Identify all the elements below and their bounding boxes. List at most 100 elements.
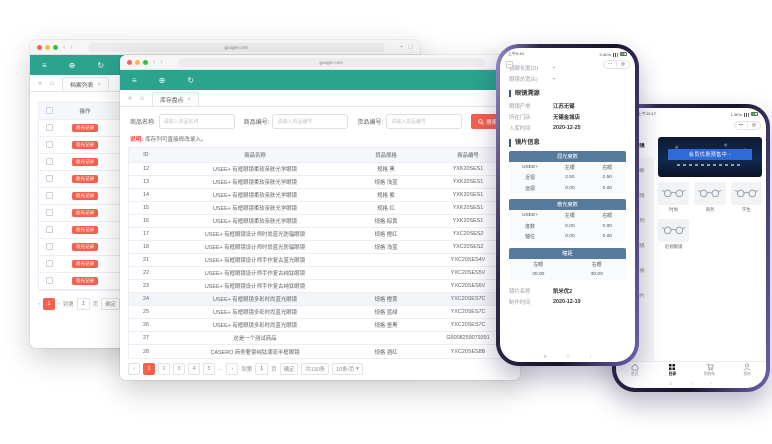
field-value: 无锡金城店 xyxy=(553,113,580,121)
collapse-tabs-icon[interactable]: « xyxy=(128,95,132,102)
row-checkbox[interactable] xyxy=(46,226,53,233)
next-page-icon[interactable]: › xyxy=(226,363,238,375)
status-time: 上午10:17 xyxy=(638,111,656,117)
select-all-checkbox[interactable] xyxy=(46,107,53,114)
recents-icon[interactable]: ≡ xyxy=(544,354,547,360)
browser-forward-icon[interactable]: › xyxy=(160,59,162,66)
product-card[interactable]: 时尚 xyxy=(658,182,689,214)
menu-icon[interactable]: ≡ xyxy=(132,76,137,85)
refresh-icon[interactable]: ↻ xyxy=(187,76,194,85)
exit-icon[interactable]: ◎ xyxy=(748,123,760,128)
cell-spec: 规格 红 xyxy=(347,204,425,212)
item-code-input[interactable] xyxy=(386,114,462,129)
per-page-select[interactable]: 10条/页 ▾ xyxy=(332,363,363,375)
collapse-tabs-icon[interactable]: « xyxy=(38,80,42,87)
optometry-record-button[interactable]: 验光记录 xyxy=(72,243,98,252)
confirm-jump-button[interactable]: 确定 xyxy=(101,298,120,310)
new-tab-icon[interactable]: + xyxy=(400,44,404,51)
expand-icon[interactable] xyxy=(506,61,513,68)
tab-catalog[interactable]: 目录 xyxy=(654,362,692,378)
optometry-record-button[interactable]: 验光记录 xyxy=(72,277,98,286)
home-tab-icon[interactable]: ⌂ xyxy=(140,95,144,102)
page-number[interactable]: 4 xyxy=(188,363,200,375)
cell-id: 22 xyxy=(129,270,163,276)
product-card[interactable]: 近视眼镜 xyxy=(658,219,689,251)
minimize-window-button[interactable] xyxy=(45,45,50,50)
cell-product-name: USEE+ 有框眼镜设计师时尚蓝光防辐眼镜 xyxy=(163,230,347,238)
fullscreen-window-button[interactable] xyxy=(53,45,58,50)
browser-back-icon[interactable]: ‹ xyxy=(63,44,65,51)
exit-icon[interactable]: ◎ xyxy=(617,62,629,67)
confirm-jump-button[interactable]: 确定 xyxy=(280,363,299,375)
row-checkbox[interactable] xyxy=(46,243,53,250)
optometry-record-button[interactable]: 验光记录 xyxy=(72,175,98,184)
row-checkbox[interactable] xyxy=(46,124,53,131)
optometry-record-button[interactable]: 验光记录 xyxy=(72,158,98,167)
tab-archive-list[interactable]: 档案列表 × xyxy=(62,77,109,91)
tab-cart[interactable]: 购物车 xyxy=(691,362,729,378)
product-name-input[interactable] xyxy=(159,114,235,129)
jump-page-input[interactable] xyxy=(77,298,90,310)
row-checkbox[interactable] xyxy=(46,192,53,199)
recents-icon[interactable]: ≡ xyxy=(670,381,673,386)
note-label: 说明: xyxy=(130,137,143,143)
page-number[interactable]: 1 xyxy=(143,363,155,375)
promo-banner-subline xyxy=(677,164,744,166)
row-checkbox[interactable] xyxy=(46,277,53,284)
product-card[interactable]: 商务 xyxy=(694,182,725,214)
url-bar[interactable]: google.com xyxy=(88,43,385,52)
globe-icon[interactable]: ⊕ xyxy=(159,76,166,85)
fullscreen-window-button[interactable] xyxy=(143,60,148,65)
close-tab-icon[interactable]: × xyxy=(97,82,101,88)
home-nav-icon[interactable]: □ xyxy=(567,354,570,360)
row-checkbox[interactable] xyxy=(46,260,53,267)
promo-banner[interactable]: 会员优惠预售中 - xyxy=(658,137,762,177)
next-page-icon[interactable]: › xyxy=(58,301,60,307)
tab-inventory-check[interactable]: 库存盘点 × xyxy=(152,92,199,106)
glasses-image xyxy=(697,188,722,198)
product-code-input[interactable] xyxy=(272,114,348,129)
back-nav-icon[interactable]: ‹ xyxy=(711,381,713,386)
refresh-icon[interactable]: ↻ xyxy=(97,61,104,70)
browser-forward-icon[interactable]: › xyxy=(70,44,72,51)
home-tab-icon[interactable]: ⌂ xyxy=(50,80,54,87)
cell-product-name: USEE+ 有框眼镜柔软亲肤光学眼镜 xyxy=(163,204,347,212)
close-window-button[interactable] xyxy=(127,60,132,65)
browser-back-icon[interactable]: ‹ xyxy=(153,59,155,66)
cell-id: 24 xyxy=(129,296,163,302)
table-row: 26 USEE+ 有框眼镜多彩时尚蓝光眼镜 规格 墨黑 YXC20SES7C xyxy=(129,319,511,332)
row-checkbox[interactable] xyxy=(46,209,53,216)
menu-icon[interactable]: ≡ xyxy=(42,61,47,70)
close-window-button[interactable] xyxy=(37,45,42,50)
tab-overview-icon[interactable]: □ xyxy=(409,44,413,51)
page-number[interactable]: 3 xyxy=(173,363,185,375)
close-tab-icon[interactable]: × xyxy=(187,97,191,103)
more-icon[interactable]: ⋯ xyxy=(735,123,747,128)
tab-profile[interactable]: 我的 xyxy=(729,362,767,378)
minimize-window-button[interactable] xyxy=(135,60,140,65)
optometry-record-button[interactable]: 验光记录 xyxy=(72,141,98,150)
prev-page-icon[interactable]: ‹ xyxy=(128,363,140,375)
optometry-record-button[interactable]: 验光记录 xyxy=(72,124,98,133)
optometry-record-button[interactable]: 验光记录 xyxy=(72,226,98,235)
caret-down-icon: ▾ xyxy=(356,366,359,372)
optometry-record-button[interactable]: 验光记录 xyxy=(72,260,98,269)
optometry-record-button[interactable]: 验光记录 xyxy=(72,209,98,218)
url-bar[interactable]: google.com xyxy=(178,58,485,67)
home-icon xyxy=(631,363,639,371)
page-1[interactable]: 1 xyxy=(43,298,55,310)
prev-page-icon[interactable]: ‹ xyxy=(38,301,40,307)
jump-page-input[interactable] xyxy=(255,363,268,375)
more-icon[interactable]: ⋯ xyxy=(604,62,616,67)
home-nav-icon[interactable]: ○ xyxy=(690,381,693,386)
row-checkbox[interactable] xyxy=(46,141,53,148)
page-number[interactable]: 2 xyxy=(158,363,170,375)
row-checkbox[interactable] xyxy=(46,175,53,182)
optometry-record-button[interactable]: 验光记录 xyxy=(72,192,98,201)
product-card[interactable]: 学生 xyxy=(731,182,762,214)
back-nav-icon[interactable]: ‹ xyxy=(590,354,592,360)
row-checkbox[interactable] xyxy=(46,158,53,165)
status-net-speed: 0.4K/s xyxy=(600,52,611,57)
globe-icon[interactable]: ⊕ xyxy=(69,61,76,70)
page-number[interactable]: 5 xyxy=(203,363,215,375)
